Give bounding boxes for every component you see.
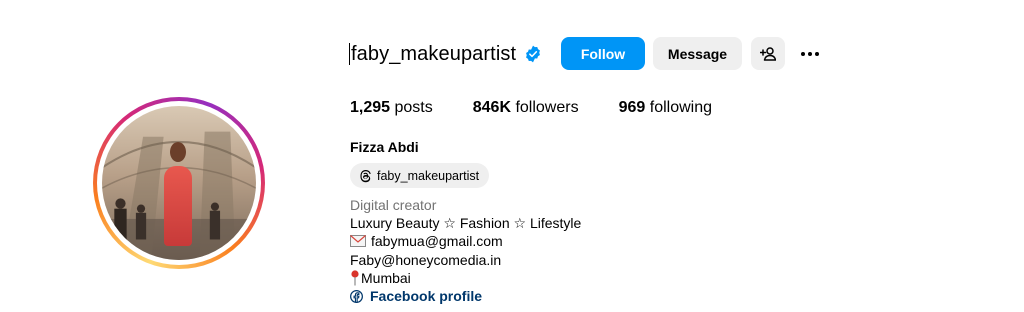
posts-count: 1,295	[350, 99, 391, 116]
followers-label: followers	[515, 99, 579, 116]
facebook-link-label: Facebook profile	[370, 288, 483, 304]
avatar-figure-head	[170, 142, 186, 162]
posts-stat: 1,295 posts	[350, 99, 433, 117]
message-button[interactable]: Message	[653, 37, 742, 70]
dot	[815, 51, 819, 56]
bio-web: Faby@honeycomedia.in	[350, 252, 502, 268]
dot	[808, 51, 812, 56]
suggested-accounts-button[interactable]	[751, 37, 785, 70]
profile-username: faby_makeupartist	[351, 42, 517, 65]
bio-location: Mumbai	[361, 270, 411, 286]
avatar[interactable]	[102, 106, 256, 260]
following-label: following	[649, 99, 713, 116]
follow-button[interactable]: Follow	[561, 37, 645, 70]
bio-location-line: Mumbai	[350, 269, 411, 288]
pin-icon	[351, 270, 359, 286]
dot	[801, 51, 805, 56]
following-stat[interactable]: 969 following	[619, 99, 712, 117]
bio-tagline: Luxury Beauty ☆ Fashion ☆ Lifestyle	[350, 215, 582, 231]
avatar-frame	[97, 101, 261, 265]
profile-stats: 1,295 posts 846K followers 969 following	[350, 99, 752, 117]
facebook-profile-link[interactable]: Facebook profile	[350, 287, 482, 306]
more-options-icon[interactable]	[798, 37, 822, 70]
threads-handle: faby_makeupartist	[377, 168, 480, 183]
bio-email-line: fabymua@gmail.com	[350, 232, 503, 251]
envelope-icon	[350, 235, 366, 248]
threads-icon	[360, 169, 371, 182]
bio-category: Digital creator	[350, 197, 437, 213]
followers-stat[interactable]: 846K followers	[473, 99, 579, 117]
facebook-icon	[350, 289, 363, 303]
posts-label: posts	[394, 99, 433, 116]
username-row: faby_makeupartist	[349, 37, 542, 71]
text-cursor	[349, 43, 350, 65]
profile-full-name: Fizza Abdi	[350, 139, 419, 155]
verified-badge-icon	[526, 45, 541, 63]
followers-count: 846K	[472, 99, 511, 116]
threads-link[interactable]: faby_makeupartist	[350, 163, 490, 188]
add-user-icon	[760, 46, 776, 61]
story-ring[interactable]	[93, 97, 265, 269]
bio-email: fabymua@gmail.com	[371, 233, 503, 249]
following-count: 969	[618, 99, 646, 116]
avatar-figure-dress	[164, 166, 192, 246]
